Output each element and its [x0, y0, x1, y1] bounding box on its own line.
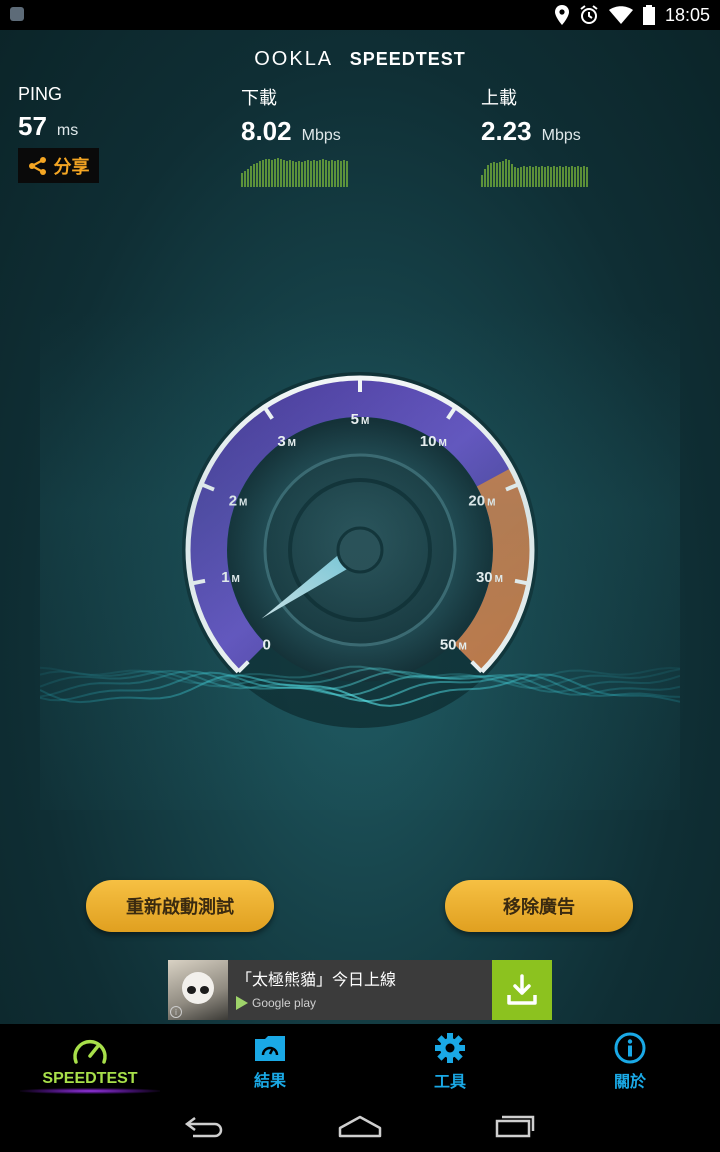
ad-store-label: Google play: [252, 996, 317, 1010]
share-button[interactable]: 分享: [18, 148, 99, 183]
recents-icon[interactable]: [493, 1114, 537, 1138]
tab-tools[interactable]: 工具: [360, 1024, 540, 1100]
panda-eye-right: [200, 986, 209, 994]
bottom-tab-bar: SPEEDTEST 結果 工具 關於: [0, 1024, 720, 1100]
ping-value: 57: [18, 111, 47, 141]
upload-value: 2.23: [481, 116, 532, 146]
home-icon[interactable]: [337, 1114, 383, 1138]
upload-sparkline: [481, 159, 588, 187]
remove-ads-button[interactable]: 移除廣告: [445, 880, 633, 932]
tab-label-speedtest: SPEEDTEST: [42, 1070, 138, 1087]
ping-stat: PING 57 ms: [18, 84, 78, 142]
upload-unit: Mbps: [541, 127, 581, 144]
tab-label-tools: 工具: [433, 1072, 466, 1091]
ad-app-icon: i: [168, 960, 228, 1020]
location-icon: [554, 5, 569, 25]
folder-gauge-icon: [255, 1036, 285, 1061]
status-bar: 18:05: [0, 0, 720, 30]
download-sparkline: [241, 158, 348, 187]
back-icon[interactable]: [183, 1114, 227, 1138]
gear-icon: [435, 1033, 465, 1063]
ad-info-icon[interactable]: i: [170, 1006, 182, 1018]
download-value: 8.02: [241, 116, 292, 146]
ping-unit: ms: [56, 122, 79, 139]
system-nav-bar: [0, 1100, 720, 1152]
speedtest-app: 18:05 OOKLA SPEEDTEST PING 57 ms 分享 下載 8…: [0, 0, 720, 1152]
ping-label: PING: [18, 84, 63, 104]
speedometer-icon: [73, 1039, 107, 1064]
tab-speedtest[interactable]: SPEEDTEST: [0, 1024, 180, 1100]
notification-icon: [10, 6, 24, 21]
alarm-icon: [580, 5, 598, 24]
tab-label-about: 關於: [613, 1072, 646, 1091]
status-time: 18:05: [664, 4, 710, 25]
tab-about[interactable]: 關於: [540, 1024, 720, 1100]
battery-icon: [642, 5, 655, 25]
logo-ookla: OOKLA: [254, 48, 334, 70]
panda-eye-left: [187, 986, 196, 994]
download-stat: 下載 8.02 Mbps: [241, 84, 351, 187]
download-label: 下載: [241, 88, 277, 108]
download-value-line: 8.02 Mbps: [241, 116, 351, 147]
info-icon: [614, 1032, 646, 1064]
ad-title: 「太極熊貓」今日上線: [236, 970, 397, 989]
download-unit: Mbps: [301, 127, 341, 144]
download-icon: [507, 974, 537, 1005]
wifi-icon: [608, 6, 633, 24]
status-left: [10, 6, 24, 25]
upload-value-line: 2.23 Mbps: [481, 116, 591, 147]
speed-gauge-area: 01M2M3M5M10M20M30M50M: [39, 310, 681, 810]
upload-label: 上載: [481, 88, 517, 108]
google-play-icon: [236, 996, 248, 1010]
tab-results[interactable]: 結果: [180, 1024, 360, 1100]
share-icon: [28, 156, 46, 175]
status-right: 18:05: [554, 4, 710, 26]
ad-download-button[interactable]: [492, 960, 552, 1020]
share-label: 分享: [53, 156, 90, 178]
ad-banner[interactable]: i 「太極熊貓」今日上線 Google play: [168, 960, 552, 1020]
logo-speedtest: SPEEDTEST: [349, 49, 466, 69]
gauge-panel: [40, 310, 680, 810]
upload-stat: 上載 2.23 Mbps: [481, 84, 591, 187]
tab-label-results: 結果: [253, 1071, 286, 1090]
ad-store: Google play: [236, 996, 484, 1010]
ad-text: 「太極熊貓」今日上線 Google play: [228, 960, 492, 1020]
app-logo: OOKLA SPEEDTEST: [0, 48, 720, 71]
ping-value-line: 57 ms: [18, 111, 78, 142]
restart-test-button[interactable]: 重新啟動測試: [86, 880, 274, 932]
